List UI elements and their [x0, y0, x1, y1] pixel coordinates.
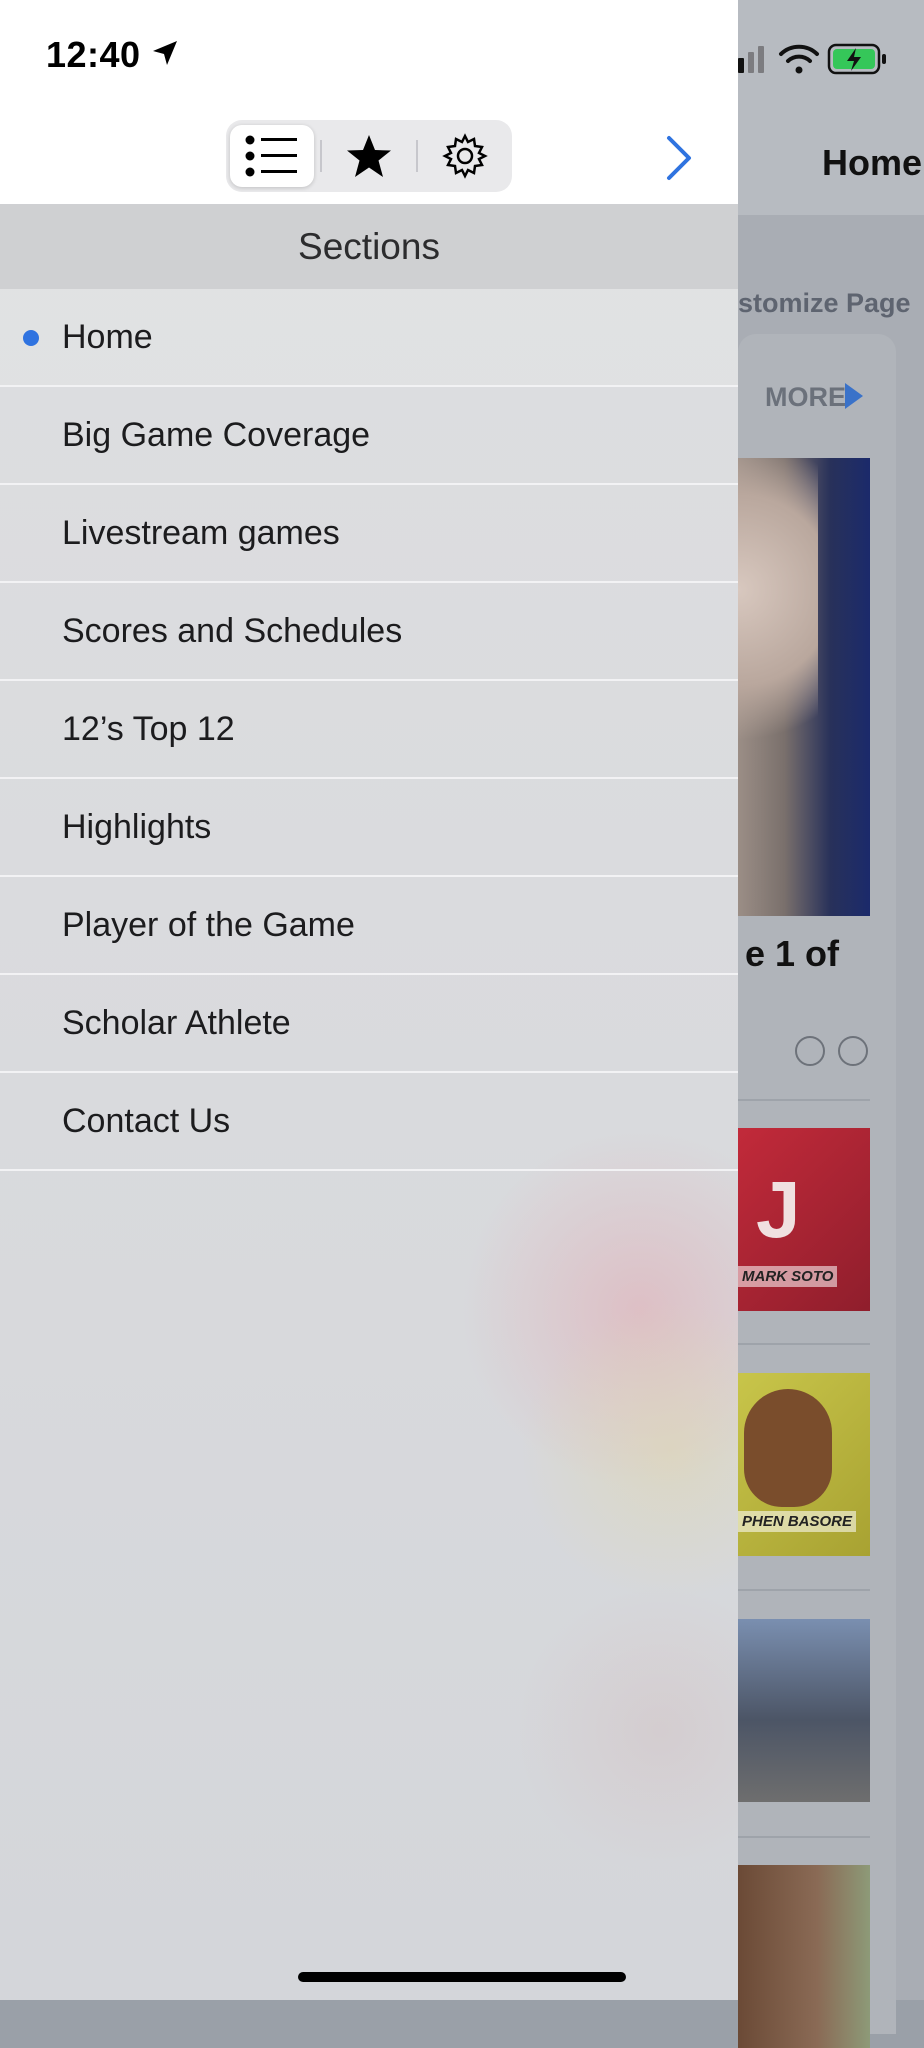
active-dot-icon	[23, 330, 39, 346]
section-item-label: Scores and Schedules	[62, 611, 403, 650]
section-item-label: Highlights	[62, 807, 212, 846]
customize-page-link[interactable]: stomize Page	[738, 288, 911, 319]
section-item-top-12[interactable]: 12’s Top 12	[0, 681, 738, 779]
background-page-title: Home	[822, 142, 923, 183]
more-arrow-icon	[845, 383, 863, 409]
divider	[738, 1836, 870, 1838]
tab-sections[interactable]	[230, 125, 314, 187]
sections-drawer: 12:40 Sections Home Big Game Coverage Li…	[0, 0, 738, 2000]
divider	[738, 1343, 870, 1345]
section-item-label: Livestream games	[62, 513, 340, 552]
tab-favorites[interactable]	[327, 125, 411, 187]
thumbnail-caption: PHEN BASORE	[738, 1511, 857, 1532]
section-item-label: Contact Us	[62, 1101, 231, 1140]
hero-image-subject	[738, 458, 818, 788]
section-item-label: Player of the Game	[62, 905, 355, 944]
section-item-player-of-the-game[interactable]: Player of the Game	[0, 877, 738, 975]
status-time: 12:40	[46, 34, 141, 75]
segment-separator	[416, 140, 418, 172]
star-icon	[347, 135, 391, 177]
article-thumbnail[interactable]	[738, 1865, 870, 2048]
section-item-home[interactable]: Home	[0, 289, 738, 387]
sections-header: Sections	[0, 205, 738, 289]
article-thumbnail[interactable]: PHEN BASORE	[738, 1373, 870, 1556]
section-item-label: 12’s Top 12	[62, 709, 235, 748]
divider	[738, 1099, 870, 1101]
drawer-toolbar	[0, 110, 738, 205]
section-item-highlights[interactable]: Highlights	[0, 779, 738, 877]
segment-separator	[320, 140, 322, 172]
status-icons	[728, 40, 924, 80]
tab-settings[interactable]	[423, 125, 507, 187]
signal-wifi-battery-icons	[728, 43, 886, 75]
status-bar: 12:40	[0, 0, 738, 110]
article-thumbnail[interactable]: J MARK SOTO	[738, 1128, 870, 1311]
gear-icon	[442, 133, 488, 179]
section-item-scholar-athlete[interactable]: Scholar Athlete	[0, 975, 738, 1073]
home-indicator	[298, 1972, 626, 1982]
thumbnail-caption: MARK SOTO	[738, 1266, 838, 1287]
section-item-contact-us[interactable]: Contact Us	[0, 1073, 738, 1171]
section-item-label: Scholar Athlete	[62, 1003, 291, 1042]
list-icon	[245, 135, 297, 177]
blur-decoration	[520, 1580, 738, 1880]
chevron-right-icon[interactable]	[664, 134, 694, 182]
section-item-label: Big Game Coverage	[62, 415, 371, 454]
section-item-livestream-games[interactable]: Livestream games	[0, 485, 738, 583]
sections-list: Home Big Game Coverage Livestream games …	[0, 289, 738, 1171]
hero-caption[interactable]: e 1 of	[745, 933, 839, 975]
gallery-icon	[838, 1036, 868, 1066]
section-item-big-game-coverage[interactable]: Big Game Coverage	[0, 387, 738, 485]
thumbnail-logo: J	[756, 1165, 801, 1254]
article-thumbnail[interactable]	[738, 1619, 870, 1802]
thumbnail-logo	[744, 1389, 832, 1507]
more-link[interactable]: MORE	[765, 382, 846, 413]
divider	[738, 1589, 870, 1591]
video-icon	[795, 1036, 825, 1066]
section-item-label: Home	[62, 317, 153, 356]
location-arrow-icon	[153, 41, 177, 65]
section-item-scores-and-schedules[interactable]: Scores and Schedules	[0, 583, 738, 681]
segmented-control	[226, 120, 512, 192]
